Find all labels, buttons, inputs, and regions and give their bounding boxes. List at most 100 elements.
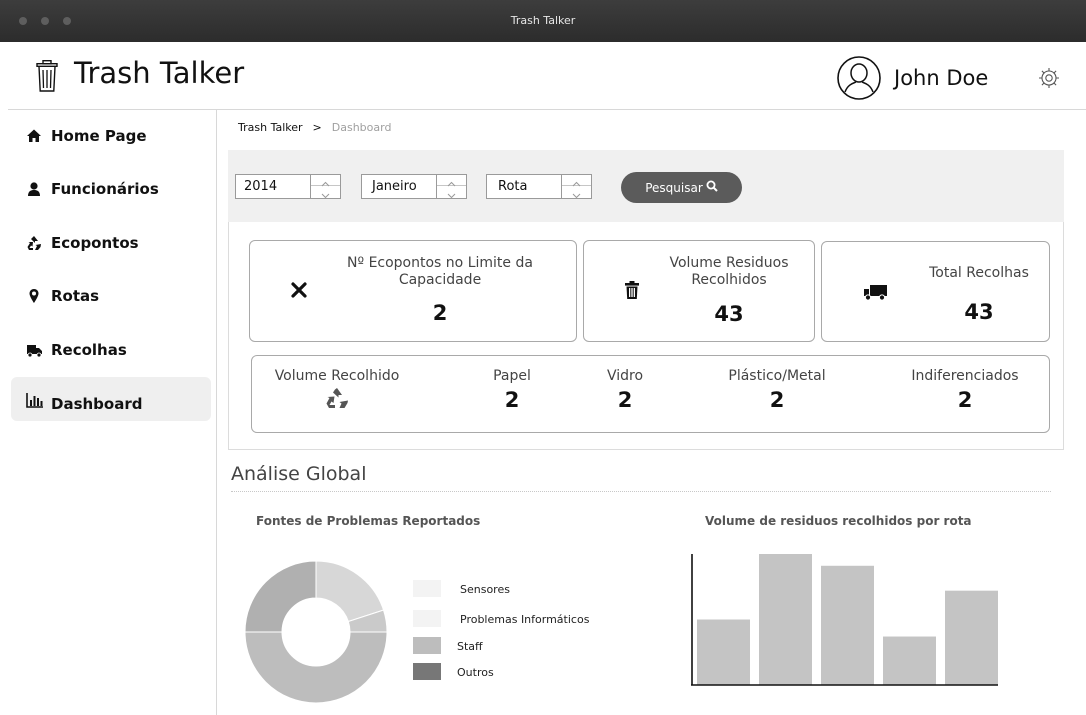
bar-3 <box>821 565 874 685</box>
volume-vidro-column: Vidro 2 <box>585 368 665 412</box>
donut-slice-sensores <box>315 560 385 623</box>
month-decrement-button[interactable] <box>437 186 466 199</box>
legend-swatch <box>413 637 441 654</box>
year-stepper[interactable]: 2014 <box>235 174 341 199</box>
volume-category-label: Plástico/Metal <box>728 368 826 384</box>
volume-recolhido-column: Volume Recolhido <box>262 368 412 413</box>
legend-label: Outros <box>457 666 494 679</box>
month-value: Janeiro <box>372 179 417 194</box>
legend-label: Sensores <box>460 583 510 596</box>
volume-category-label: Indiferenciados <box>911 368 1019 384</box>
truck-icon <box>864 283 888 305</box>
map-marker-icon <box>26 288 42 304</box>
sidebar: Home Page Funcionários Ecopontos Rotas R… <box>8 110 217 715</box>
sidebar-item-label: Ecopontos <box>51 234 139 252</box>
sidebar-item-recolhas[interactable]: Recolhas <box>11 328 211 372</box>
filter-bar: 2014 Janeiro Rota Pesquisar <box>228 150 1064 222</box>
gear-icon[interactable] <box>1038 67 1060 93</box>
volume-indiferenciados-column: Indiferenciados 2 <box>900 368 1030 412</box>
sidebar-item-label: Recolhas <box>51 341 127 359</box>
problems-donut-chart <box>244 560 388 704</box>
user-icon <box>26 181 42 197</box>
sidebar-item-label: Home Page <box>51 127 147 145</box>
route-volume-bar-chart <box>691 554 998 686</box>
sidebar-item-label: Rotas <box>51 287 100 305</box>
window-titlebar: Trash Talker <box>0 0 1086 42</box>
volume-category-label: Papel <box>493 368 531 384</box>
bar-chart-title: Volume de residuos recolhidos por rota <box>705 514 972 528</box>
total-recolhas-card: Total Recolhas 43 <box>821 241 1050 342</box>
volume-recolhido-card: Volume Recolhido Papel 2 Vidro 2 Plástic… <box>251 355 1050 433</box>
volume-category-value: 2 <box>617 388 633 412</box>
volume-residuos-value: 43 <box>714 302 744 326</box>
route-increment-button[interactable] <box>562 175 591 187</box>
volume-recolhido-title: Volume Recolhido <box>274 368 400 384</box>
breadcrumb-root-link[interactable]: Trash Talker <box>238 121 303 134</box>
window-title: Trash Talker <box>510 14 576 27</box>
breadcrumb: Trash Talker > Dashboard <box>238 121 391 134</box>
donut-slice-staff <box>244 631 388 704</box>
sidebar-item-dashboard[interactable]: Dashboard <box>11 377 211 421</box>
volume-papel-column: Papel 2 <box>467 368 557 412</box>
sidebar-item-ecopontos[interactable]: Ecopontos <box>11 221 211 265</box>
route-value: Rota <box>498 179 528 194</box>
section-title: Análise Global <box>231 463 367 485</box>
route-stepper-buttons <box>561 175 591 199</box>
sidebar-item-label: Funcionários <box>51 180 159 198</box>
total-recolhas-value: 43 <box>964 300 994 324</box>
month-increment-button[interactable] <box>437 175 466 187</box>
route-stepper[interactable]: Rota <box>486 174 592 199</box>
truck-icon <box>26 342 42 358</box>
donut-slice-outros <box>244 560 317 633</box>
breadcrumb-current: Dashboard <box>331 121 392 134</box>
volume-category-value: 2 <box>769 388 785 412</box>
trash-icon <box>625 281 639 303</box>
bar-2 <box>759 554 812 685</box>
year-decrement-button[interactable] <box>311 186 340 199</box>
bar-chart-icon <box>26 392 43 408</box>
legend-swatch <box>413 580 441 597</box>
sidebar-item-label: Dashboard <box>51 395 143 413</box>
year-increment-button[interactable] <box>311 175 340 187</box>
stats-panel: Nº Ecopontos no Limite da Capacidade 2 V… <box>228 222 1064 450</box>
year-stepper-buttons <box>310 175 340 199</box>
search-button-label: Pesquisar <box>645 180 703 195</box>
volume-residuos-label: Volume Residuos Recolhidos <box>669 255 789 288</box>
close-icon <box>291 282 307 302</box>
route-decrement-button[interactable] <box>562 186 591 199</box>
user-avatar-icon[interactable] <box>836 55 882 105</box>
legend-label: Problemas Informáticos <box>460 613 590 626</box>
month-stepper[interactable]: Janeiro <box>361 174 467 199</box>
recycle-icon <box>26 235 42 251</box>
section-divider <box>231 491 1051 492</box>
volume-category-value: 2 <box>504 388 520 412</box>
total-recolhas-label: Total Recolhas <box>929 265 1029 281</box>
sidebar-item-funcionarios[interactable]: Funcionários <box>11 167 211 211</box>
home-icon <box>26 128 42 144</box>
year-value: 2014 <box>244 179 278 194</box>
user-name: John Doe <box>894 66 989 90</box>
bar-4 <box>883 636 936 685</box>
app-title: Trash Talker <box>74 56 245 90</box>
legend-swatch <box>413 663 441 680</box>
search-button[interactable]: Pesquisar <box>621 172 742 203</box>
bar-5 <box>945 590 998 685</box>
search-icon <box>706 180 718 195</box>
month-stepper-buttons <box>436 175 466 199</box>
app-header: Trash Talker John Doe <box>8 42 1086 110</box>
sidebar-item-home[interactable]: Home Page <box>11 114 211 158</box>
donut-chart-title: Fontes de Problemas Reportados <box>256 514 481 528</box>
trash-can-icon <box>36 59 58 96</box>
volume-residuos-card: Volume Residuos Recolhidos 43 <box>583 240 815 342</box>
sidebar-item-rotas[interactable]: Rotas <box>11 274 211 318</box>
volume-category-label: Vidro <box>606 368 644 384</box>
bar-1 <box>697 619 750 685</box>
breadcrumb-separator: > <box>312 121 322 134</box>
ecopontos-limit-value: 2 <box>432 301 448 325</box>
volume-plastico-column: Plástico/Metal 2 <box>707 368 847 412</box>
legend-swatch <box>413 610 441 627</box>
volume-category-value: 2 <box>957 388 973 412</box>
ecopontos-limit-label: Nº Ecopontos no Limite da Capacidade <box>347 255 533 288</box>
recycle-icon <box>262 387 412 413</box>
ecopontos-limit-card: Nº Ecopontos no Limite da Capacidade 2 <box>249 240 577 342</box>
